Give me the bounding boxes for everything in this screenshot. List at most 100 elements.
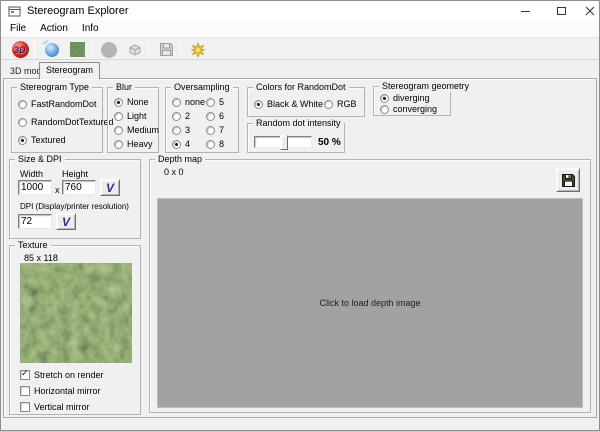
- group-title: Stereogram Type: [17, 82, 92, 93]
- dpi-input[interactable]: [18, 214, 52, 229]
- radio-label: None: [127, 97, 149, 107]
- radio-blur-light[interactable]: Light: [114, 111, 147, 121]
- radio-label: RandomDotTextured: [31, 117, 114, 127]
- radio-label: FastRandomDot: [31, 99, 97, 109]
- checkbox-icon: [20, 402, 30, 412]
- app-icon: [8, 5, 21, 18]
- save-icon: [159, 42, 174, 57]
- dpi-presets-button[interactable]: V: [56, 213, 76, 230]
- radio-blur-medium[interactable]: Medium: [114, 125, 159, 135]
- size-separator-label: x: [55, 185, 60, 195]
- radio-blur-none[interactable]: None: [114, 97, 149, 107]
- slider-thumb[interactable]: [280, 135, 288, 150]
- checkbox-stretch-on-render[interactable]: Stretch on render: [20, 370, 104, 380]
- minimize-icon: [521, 11, 530, 12]
- radio-label: RGB: [337, 99, 357, 109]
- 3d-ball-icon: 3D: [12, 41, 29, 58]
- window-title: Stereogram Explorer: [27, 1, 129, 21]
- group-title: Stereogram geometry: [379, 81, 472, 92]
- radio-rgb[interactable]: RGB: [324, 99, 357, 109]
- radio-label: converging: [393, 104, 437, 114]
- checkbox-label: Stretch on render: [34, 370, 104, 380]
- comet-icon: [45, 43, 59, 57]
- radio-icon: [114, 126, 123, 135]
- toolbar-randomdot-button-disabled: [99, 40, 119, 59]
- minimize-button[interactable]: [509, 1, 541, 21]
- toolbar-separator: [148, 41, 149, 57]
- group-title: Random dot intensity: [253, 118, 344, 129]
- toolbar-separator: [34, 41, 35, 57]
- toolbar-render-button[interactable]: [42, 40, 62, 59]
- radio-diverging[interactable]: diverging: [380, 93, 430, 103]
- checkbox-vertical-mirror[interactable]: Vertical mirror: [20, 402, 90, 412]
- radio-icon: [114, 112, 123, 121]
- toolbar: 3D: [1, 39, 599, 60]
- radio-oversampling-2[interactable]: 2: [172, 111, 190, 121]
- tab-stereogram[interactable]: Stereogram: [39, 62, 100, 79]
- radio-label: Medium: [127, 125, 159, 135]
- texture-image[interactable]: [20, 263, 132, 363]
- maximize-button[interactable]: [545, 1, 577, 21]
- group-stereogram-geometry: Stereogram geometry diverging converging: [373, 86, 451, 116]
- depth-map-save-button[interactable]: [556, 168, 580, 192]
- v-arrow-icon: V: [62, 216, 70, 228]
- save-icon: [562, 174, 575, 187]
- texture-dimensions: 85 x 118: [24, 253, 58, 263]
- radio-label: Heavy: [127, 139, 153, 149]
- width-label: Width: [20, 169, 43, 179]
- radio-oversampling-6[interactable]: 6: [206, 111, 224, 121]
- radio-black-white[interactable]: Black & White: [254, 99, 323, 109]
- radio-oversampling-none[interactable]: none: [172, 97, 205, 107]
- toolbar-3d-model-button[interactable]: 3D: [10, 40, 30, 59]
- group-title: Blur: [113, 82, 135, 93]
- radio-oversampling-8[interactable]: 8: [206, 139, 224, 149]
- width-input[interactable]: [18, 180, 52, 195]
- toolbar-about-button[interactable]: [188, 40, 208, 59]
- menu-info[interactable]: Info: [75, 21, 106, 38]
- toolbar-texture-button[interactable]: [67, 40, 87, 59]
- checkbox-horizontal-mirror[interactable]: Horizontal mirror: [20, 386, 101, 396]
- radio-label: 8: [219, 139, 224, 149]
- radio-label: 2: [185, 111, 190, 121]
- radio-icon: [206, 126, 215, 135]
- depth-map-load-area[interactable]: Click to load depth image: [157, 198, 583, 408]
- radio-randomdottextured[interactable]: RandomDotTextured: [18, 117, 114, 127]
- checkbox-icon: [20, 386, 30, 396]
- group-title: Texture: [15, 240, 51, 251]
- menu-file[interactable]: File: [3, 21, 33, 38]
- radio-icon: [18, 118, 27, 127]
- group-size-dpi: Size & DPI Width Height x V DPI (Display…: [9, 159, 141, 239]
- checkbox-label: Vertical mirror: [34, 402, 90, 412]
- circle-icon: [101, 42, 117, 58]
- radio-oversampling-7[interactable]: 7: [206, 125, 224, 135]
- radio-icon: [114, 140, 123, 149]
- intensity-value: 50 %: [318, 137, 341, 148]
- toolbar-view3d-button-disabled: [125, 40, 145, 59]
- dpi-label: DPI (Display/printer resolution): [20, 202, 129, 211]
- close-button[interactable]: [579, 1, 600, 21]
- depth-map-dimensions: 0 x 0: [164, 167, 184, 177]
- radio-label: Light: [127, 111, 147, 121]
- radio-blur-heavy[interactable]: Heavy: [114, 139, 153, 149]
- radio-oversampling-5[interactable]: 5: [206, 97, 224, 107]
- group-title: Size & DPI: [15, 154, 65, 165]
- menu-action[interactable]: Action: [33, 21, 75, 38]
- radio-oversampling-3[interactable]: 3: [172, 125, 190, 135]
- radio-icon: [206, 140, 215, 149]
- radio-icon: [18, 100, 27, 109]
- height-input[interactable]: [62, 180, 96, 195]
- radio-label: none: [185, 97, 205, 107]
- radio-label: 3: [185, 125, 190, 135]
- radio-label: Textured: [31, 135, 66, 145]
- group-colors-for-randomdot: Colors for RandomDot Black & White RGB: [247, 87, 365, 117]
- radio-textured[interactable]: Textured: [18, 135, 66, 145]
- radio-converging[interactable]: converging: [380, 104, 437, 114]
- texture-icon: [70, 42, 85, 57]
- radio-label: Black & White: [267, 99, 323, 109]
- intensity-slider[interactable]: [254, 136, 312, 148]
- group-texture: Texture 85 x 118 Stretch on render Horiz…: [9, 245, 141, 415]
- radio-oversampling-4[interactable]: 4: [172, 139, 190, 149]
- size-presets-button[interactable]: V: [100, 179, 120, 196]
- checkbox-icon-checked: [20, 370, 30, 380]
- radio-fastrandomdot[interactable]: FastRandomDot: [18, 99, 97, 109]
